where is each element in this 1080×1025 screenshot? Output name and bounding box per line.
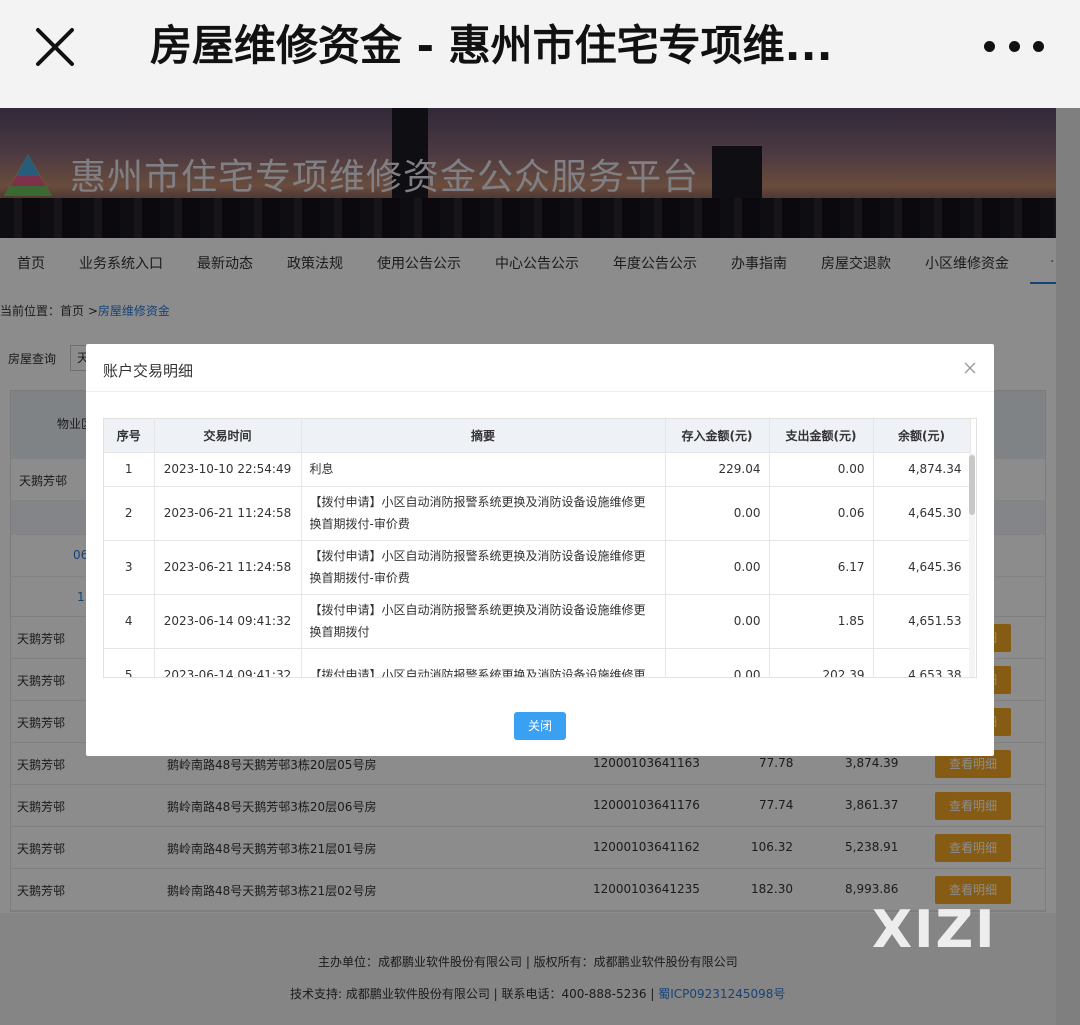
cell-withdraw: 0.00 [769,452,874,487]
cell-balance: 4,645.36 [873,540,971,595]
cell-summary: 【拨付申请】小区自动消防报警系统更换及消防设备设施维修更换首期拨付-审价费 [301,540,666,595]
table-row: 4 2023-06-14 09:41:32 【拨付申请】小区自动消防报警系统更换… [104,594,971,649]
col-index: 序号 [104,419,155,453]
cell-time: 2023-06-21 11:24:58 [154,486,302,541]
app-title-bar: 房屋维修资金 - 惠州市住宅专项维... [0,0,1080,108]
cell-withdraw: 1.85 [769,594,874,649]
cell-time: 2023-06-14 09:41:32 [154,648,302,677]
cell-withdraw: 202.39 [769,648,874,677]
close-button[interactable]: 关闭 [514,712,566,740]
cell-index: 3 [104,540,155,595]
cell-deposit: 0.00 [665,648,770,677]
cell-summary: 【拨付申请】小区自动消防报警系统更换及消防设备设施维修更换首期拨付-审价费 [301,486,666,541]
cell-summary: 【拨付申请】小区自动消防报警系统更换及消防设备设施维修更换首期拨付 [301,594,666,649]
cell-balance: 4,874.34 [873,452,971,487]
table-header-row: 序号 交易时间 摘要 存入金额(元) 支出金额(元) 余额(元) [104,419,971,453]
close-icon[interactable] [964,362,976,374]
transaction-detail-modal: 账户交易明细 序号 交易时间 摘要 存入金额(元) 支出金额(元) 余额(元) … [86,344,994,756]
close-icon[interactable] [30,22,80,72]
cell-index: 5 [104,648,155,677]
cell-index: 2 [104,486,155,541]
table-row: 2 2023-06-21 11:24:58 【拨付申请】小区自动消防报警系统更换… [104,486,971,541]
cell-time: 2023-06-14 09:41:32 [154,594,302,649]
cell-balance: 4,651.53 [873,594,971,649]
cell-balance: 4,645.30 [873,486,971,541]
cell-time: 2023-10-10 22:54:49 [154,452,302,487]
cell-balance: 4,653.38 [873,648,971,677]
cell-time: 2023-06-21 11:24:58 [154,540,302,595]
transaction-table: 序号 交易时间 摘要 存入金额(元) 支出金额(元) 余额(元) 1 2023-… [103,418,977,678]
cell-summary: 【拨付申请】小区自动消防报警系统更换及消防设备设施维修更 [301,648,666,677]
modal-title: 账户交易明细 [103,362,194,380]
table-row: 1 2023-10-10 22:54:49 利息 229.04 0.00 4,8… [104,452,971,487]
table-scrollbar[interactable] [969,453,975,677]
more-options-icon[interactable] [984,26,1044,66]
cell-deposit: 0.00 [665,540,770,595]
cell-deposit: 0.00 [665,486,770,541]
window-title: 房屋维修资金 - 惠州市住宅专项维... [150,21,833,70]
col-time: 交易时间 [154,419,302,453]
cell-deposit: 0.00 [665,594,770,649]
col-summary: 摘要 [301,419,666,453]
table-row: 3 2023-06-21 11:24:58 【拨付申请】小区自动消防报警系统更换… [104,540,971,595]
cell-withdraw: 0.06 [769,486,874,541]
col-deposit: 存入金额(元) [665,419,770,453]
cell-withdraw: 6.17 [769,540,874,595]
cell-summary: 利息 [301,452,666,487]
watermark: XIZI [872,900,997,960]
cell-index: 4 [104,594,155,649]
table-row: 5 2023-06-14 09:41:32 【拨付申请】小区自动消防报警系统更换… [104,648,971,677]
cell-deposit: 229.04 [665,452,770,487]
scrollbar-thumb[interactable] [969,455,975,515]
cell-index: 1 [104,452,155,487]
modal-header: 账户交易明细 [86,344,994,392]
col-withdraw: 支出金额(元) [769,419,874,453]
col-balance: 余额(元) [873,419,971,453]
